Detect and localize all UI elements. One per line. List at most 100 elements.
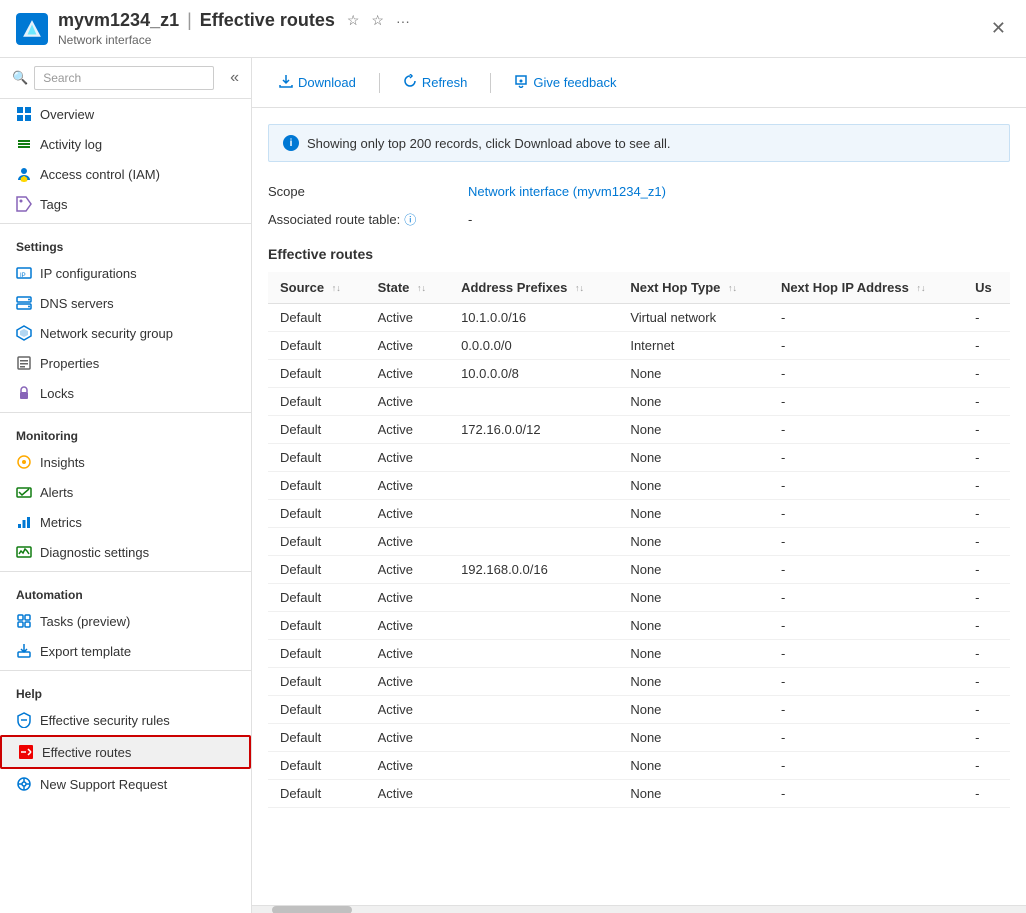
search-input[interactable]: [34, 66, 214, 90]
close-button[interactable]: ✕: [987, 14, 1010, 43]
cell-hop-type: None: [618, 556, 769, 584]
sidebar-item-tags[interactable]: Tags: [0, 189, 251, 219]
cell-us: -: [963, 500, 1010, 528]
diagnostic-icon: [16, 544, 32, 560]
cell-state: Active: [366, 360, 449, 388]
automation-section-header: Automation: [0, 576, 251, 606]
table-row: DefaultActive10.0.0.0/8None--: [268, 360, 1010, 388]
sidebar-item-dns[interactable]: DNS servers: [0, 288, 251, 318]
sidebar-item-properties[interactable]: Properties: [0, 348, 251, 378]
sidebar-item-label: DNS servers: [40, 296, 114, 311]
sidebar-item-effective-routes[interactable]: Effective routes: [0, 735, 251, 769]
scope-label: Scope: [268, 184, 468, 199]
cell-address: 10.0.0.0/8: [449, 360, 618, 388]
star-filled-icon[interactable]: ☆: [371, 12, 384, 29]
sidebar-item-metrics[interactable]: Metrics: [0, 507, 251, 537]
cell-hop-ip: -: [769, 388, 963, 416]
collapse-sidebar-button[interactable]: «: [230, 69, 239, 87]
assoc-row: Associated route table: ⓘ -: [268, 205, 1010, 234]
tag-icon: [16, 196, 32, 212]
resource-subtitle: Network interface: [58, 33, 410, 47]
table-row: DefaultActiveNone--: [268, 500, 1010, 528]
table-row: DefaultActiveNone--: [268, 724, 1010, 752]
cell-state: Active: [366, 752, 449, 780]
sidebar-item-nsg[interactable]: Network security group: [0, 318, 251, 348]
cell-hop-ip: -: [769, 304, 963, 332]
header-separator: |: [187, 10, 192, 31]
content-area: Download Refresh Give feedback i: [252, 58, 1026, 913]
download-button[interactable]: Download: [268, 68, 367, 97]
cell-hop-type: None: [618, 640, 769, 668]
sidebar-item-label: Access control (IAM): [40, 167, 160, 182]
sidebar-item-label: Diagnostic settings: [40, 545, 149, 560]
more-options-icon[interactable]: ···: [396, 13, 410, 29]
sidebar-item-insights[interactable]: Insights: [0, 447, 251, 477]
cell-hop-type: None: [618, 472, 769, 500]
cell-address: [449, 640, 618, 668]
sidebar-item-support[interactable]: New Support Request: [0, 769, 251, 799]
refresh-label: Refresh: [422, 75, 468, 90]
cell-source: Default: [268, 724, 366, 752]
sort-hop-ip-icon[interactable]: ↑↓: [916, 284, 925, 293]
refresh-button[interactable]: Refresh: [392, 68, 479, 97]
sidebar-item-security-rules[interactable]: Effective security rules: [0, 705, 251, 735]
sidebar-item-export[interactable]: Export template: [0, 636, 251, 666]
cell-us: -: [963, 556, 1010, 584]
sidebar-item-label: Locks: [40, 386, 74, 401]
cell-hop-type: None: [618, 668, 769, 696]
cell-source: Default: [268, 640, 366, 668]
info-icon: i: [283, 135, 299, 151]
table-row: DefaultActive0.0.0.0/0Internet--: [268, 332, 1010, 360]
cell-state: Active: [366, 416, 449, 444]
horizontal-scrollbar[interactable]: [252, 905, 1026, 913]
table-row: DefaultActiveNone--: [268, 472, 1010, 500]
cell-source: Default: [268, 528, 366, 556]
cell-address: [449, 528, 618, 556]
cell-state: Active: [366, 724, 449, 752]
cell-hop-ip: -: [769, 696, 963, 724]
cell-address: [449, 612, 618, 640]
content-body: i Showing only top 200 records, click Do…: [252, 108, 1026, 905]
table-row: DefaultActiveNone--: [268, 752, 1010, 780]
insights-icon: [16, 454, 32, 470]
table-row: DefaultActiveNone--: [268, 388, 1010, 416]
scrollbar-thumb[interactable]: [272, 906, 352, 913]
sort-address-icon[interactable]: ↑↓: [575, 284, 584, 293]
feedback-button[interactable]: Give feedback: [503, 68, 627, 97]
star-outline-icon[interactable]: ☆: [347, 12, 360, 29]
search-box: 🔍 «: [0, 58, 251, 99]
sidebar-item-tasks[interactable]: Tasks (preview): [0, 606, 251, 636]
cell-state: Active: [366, 332, 449, 360]
cell-address: [449, 780, 618, 808]
sidebar-item-ip-config[interactable]: IP IP configurations: [0, 258, 251, 288]
tasks-icon: [16, 613, 32, 629]
col-address: Address Prefixes ↑↓: [449, 272, 618, 304]
sidebar-item-iam[interactable]: Access control (IAM): [0, 159, 251, 189]
cell-address: [449, 388, 618, 416]
sort-hop-type-icon[interactable]: ↑↓: [728, 284, 737, 293]
cell-hop-type: None: [618, 444, 769, 472]
info-banner-text: Showing only top 200 records, click Down…: [307, 136, 671, 151]
sort-state-icon[interactable]: ↑↓: [417, 284, 426, 293]
cell-hop-type: Virtual network: [618, 304, 769, 332]
table-row: DefaultActive172.16.0.0/12None--: [268, 416, 1010, 444]
azure-logo: [16, 13, 48, 45]
cell-hop-ip: -: [769, 416, 963, 444]
sidebar-item-diagnostic[interactable]: Diagnostic settings: [0, 537, 251, 567]
cell-hop-type: None: [618, 696, 769, 724]
cell-address: [449, 696, 618, 724]
sidebar-item-alerts[interactable]: Alerts: [0, 477, 251, 507]
cell-state: Active: [366, 696, 449, 724]
cell-address: [449, 724, 618, 752]
sort-source-icon[interactable]: ↑↓: [332, 284, 341, 293]
scope-value: Network interface (myvm1234_z1): [468, 184, 666, 199]
sidebar-item-locks[interactable]: Locks: [0, 378, 251, 408]
sidebar-item-label: Tags: [40, 197, 67, 212]
effective-routes-title: Effective routes: [268, 246, 1010, 262]
cell-us: -: [963, 332, 1010, 360]
sidebar-item-activity-log[interactable]: Activity log: [0, 129, 251, 159]
alerts-icon: [16, 484, 32, 500]
sidebar-item-overview[interactable]: Overview: [0, 99, 251, 129]
cell-state: Active: [366, 584, 449, 612]
toolbar-separator: [379, 73, 380, 93]
